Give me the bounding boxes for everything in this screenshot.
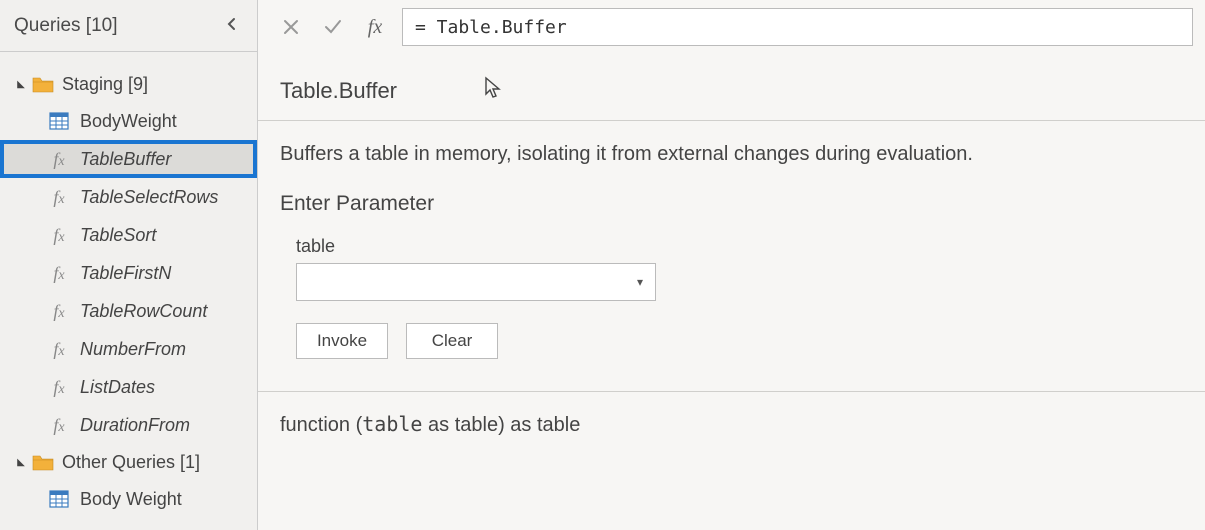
query-tree: ◢ Staging [9] BodyWeight fx TableBuffer fx Tab… [0,52,257,518]
function-signature: function (table as table) as table [258,392,1205,457]
sidebar-title: Queries [10] [14,15,118,37]
formula-bar: fx [258,0,1205,50]
fx-label: fx [354,8,396,46]
x-icon [282,18,300,36]
button-row: Invoke Clear [296,323,1183,359]
query-item[interactable]: Body Weight [0,480,257,518]
query-item[interactable]: fx TableFirstN [0,254,257,292]
group-row[interactable]: ◢ Staging [9] [0,66,257,102]
chevron-down-icon: ▾ [637,275,643,289]
query-item[interactable]: fx DurationFrom [0,406,257,444]
query-item[interactable]: fx TableBuffer [0,140,257,178]
fx-icon: fx [48,338,70,360]
queries-sidebar: Queries [10] ◢ Staging [9] BodyWeight fx Tab… [0,0,258,530]
function-title-row: Table.Buffer [258,50,1205,120]
cancel-formula-button[interactable] [270,8,312,46]
query-item[interactable]: fx NumberFrom [0,330,257,368]
invoke-button[interactable]: Invoke [296,323,388,359]
collapse-sidebar-button[interactable] [219,10,245,41]
query-item[interactable]: fx TableSelectRows [0,178,257,216]
parameter-label: table [296,236,1183,257]
query-item-label: TableBuffer [80,149,171,170]
query-item-label: BodyWeight [80,111,177,132]
group-row[interactable]: ◢ Other Queries [1] [0,444,257,480]
parameter-section: Enter Parameter table ▾ Invoke Clear [258,192,1205,391]
query-item-label: TableSelectRows [80,187,218,208]
main-panel: fx Table.Buffer Buffers a table in memor… [258,0,1205,530]
fx-icon: fx [48,186,70,208]
fx-icon: fx [48,300,70,322]
group-label: Other Queries [1] [62,452,200,473]
fx-icon: fx [48,224,70,246]
fx-icon: fx [48,148,70,170]
parameter-heading: Enter Parameter [280,192,1183,216]
fx-icon: fx [48,376,70,398]
query-item[interactable]: BodyWeight [0,102,257,140]
folder-icon [32,454,54,471]
query-item[interactable]: fx TableRowCount [0,292,257,330]
group-label: Staging [9] [62,74,148,95]
fx-icon: fx [48,262,70,284]
signature-arg: table [362,412,422,436]
function-name: Table.Buffer [280,78,397,104]
table-icon [48,488,70,510]
query-item-label: Body Weight [80,489,182,510]
commit-formula-button[interactable] [312,8,354,46]
clear-button[interactable]: Clear [406,323,498,359]
function-description: Buffers a table in memory, isolating it … [258,121,1205,192]
query-item[interactable]: fx TableSort [0,216,257,254]
query-item-label: NumberFrom [80,339,186,360]
chevron-left-icon [225,17,239,31]
sidebar-header: Queries [10] [0,0,257,52]
query-item[interactable]: fx ListDates [0,368,257,406]
query-item-label: TableSort [80,225,156,246]
expand-arrow-icon: ◢ [14,79,28,90]
query-item-label: DurationFrom [80,415,190,436]
query-item-label: TableRowCount [80,301,207,322]
expand-arrow-icon: ◢ [14,457,28,468]
table-icon [48,110,70,132]
parameter-select[interactable]: ▾ [296,263,656,301]
query-item-label: ListDates [80,377,155,398]
folder-icon [32,76,54,93]
check-icon [323,17,343,37]
formula-input[interactable] [402,8,1193,46]
cursor-icon [483,76,503,106]
fx-icon: fx [48,414,70,436]
signature-prefix: function ( [280,414,362,436]
query-item-label: TableFirstN [80,263,171,284]
signature-suffix: as table) as table [422,414,580,436]
